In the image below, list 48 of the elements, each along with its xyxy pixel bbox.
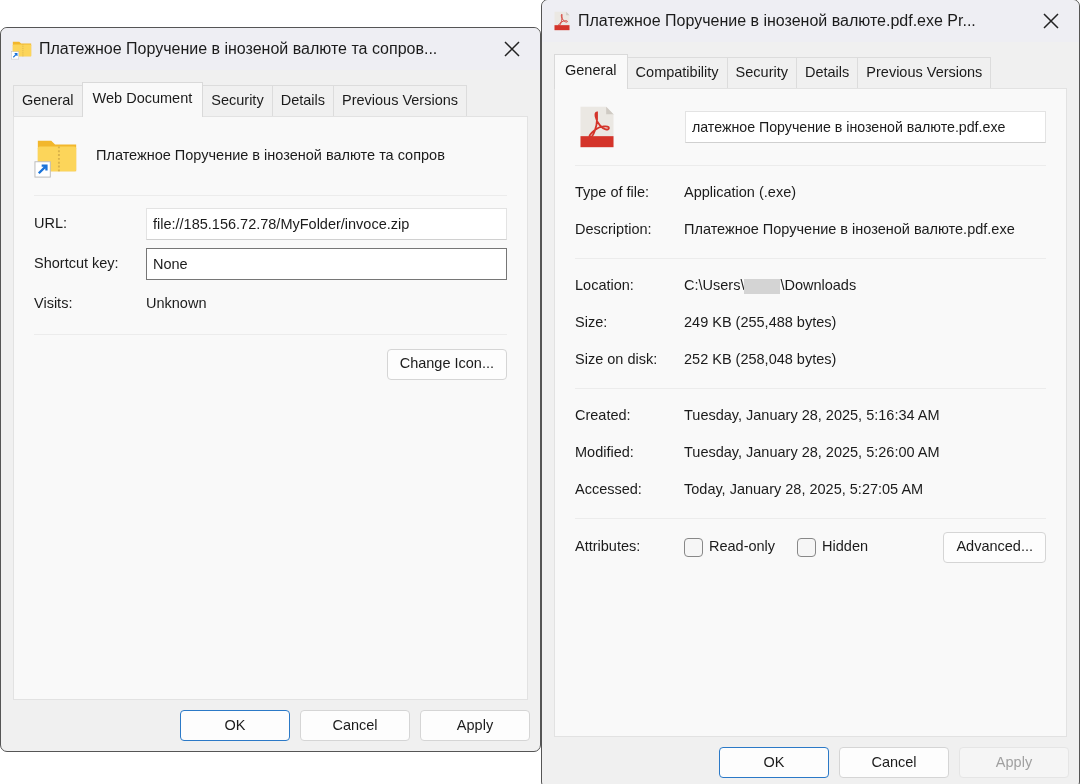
redaction-block <box>744 278 781 294</box>
checkbox-label: Read-only <box>709 537 776 557</box>
checkbox-label: Hidden <box>822 537 869 557</box>
property-label: Attributes: <box>575 536 642 556</box>
close-icon <box>504 41 520 57</box>
pdf-file-icon <box>552 11 572 31</box>
field-label: Visits: <box>34 293 74 313</box>
window-title: Платежное Поручение в інозеной валюте та сопров... <box>39 39 439 59</box>
tab[interactable]: General <box>13 85 83 116</box>
property-label: Size on disk: <box>575 350 659 370</box>
checkbox[interactable] <box>684 537 703 557</box>
property-label: Description: <box>575 220 653 240</box>
property-value: Today, January 28, 2025, 5:27:05 AM <box>684 480 924 500</box>
ok-button[interactable]: OK <box>180 710 290 741</box>
property-value: Application (.exe) <box>684 183 797 203</box>
tab[interactable]: Previous Versions <box>857 57 992 88</box>
property-label: Created: <box>575 406 632 426</box>
apply-button[interactable]: Apply <box>420 710 530 741</box>
checkbox[interactable] <box>797 537 817 557</box>
cancel-button[interactable]: Cancel <box>300 710 410 741</box>
cancel-button[interactable]: Cancel <box>839 747 949 778</box>
property-label: Accessed: <box>575 480 643 500</box>
property-value: 252 KB (258,048 bytes) <box>684 350 837 370</box>
change-icon-button[interactable]: Change Icon... <box>386 348 507 380</box>
input-field[interactable]: None <box>146 247 507 280</box>
field-label: URL: <box>34 213 69 233</box>
field-label: Shortcut key: <box>34 253 120 273</box>
advanced-button[interactable]: Advanced... <box>943 531 1046 563</box>
path-text: C:\Users\ <box>684 276 745 296</box>
property-label: Size: <box>575 313 609 333</box>
property-value: 249 KB (255,488 bytes) <box>684 313 837 333</box>
property-label: Location: <box>575 276 635 296</box>
path-text: \Downloads <box>780 276 857 296</box>
window-title: Платежное Поручение в інозеной валюте.pdf.exe Pr... <box>578 11 977 31</box>
file-name-field[interactable]: латежное Поручение в інозеной валюте.pdf.exe <box>685 110 1046 143</box>
property-label: Type of file: <box>575 183 651 203</box>
file-name: Платежное Поручение в інозеной валюте та сопров <box>96 145 445 165</box>
property-value: Tuesday, January 28, 2025, 5:26:00 AM <box>684 443 940 463</box>
close-icon <box>1043 13 1059 29</box>
ok-button[interactable]: OK <box>719 747 829 778</box>
property-value: Tuesday, January 28, 2025, 5:16:34 AM <box>684 406 940 426</box>
tab[interactable]: General <box>554 54 628 89</box>
tab[interactable]: Web Document <box>81 82 204 117</box>
tab[interactable]: Previous Versions <box>333 85 468 116</box>
input-field[interactable]: file://185.156.72.78/MyFolder/invoce.zip <box>146 207 507 240</box>
property-label: Modified: <box>575 443 635 463</box>
property-value: Платежное Поручение в інозеной валюте.pdf.exe <box>684 220 1015 240</box>
field-value: Unknown <box>146 293 207 313</box>
